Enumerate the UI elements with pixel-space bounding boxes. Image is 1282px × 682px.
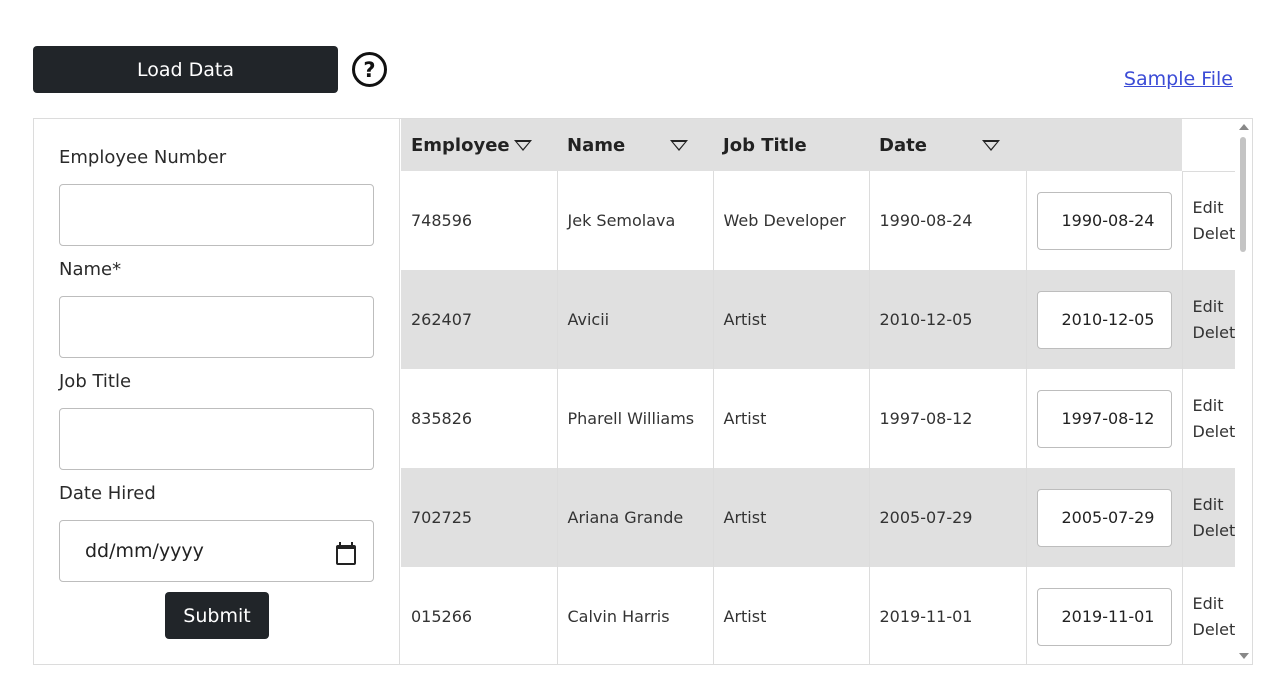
delete-link[interactable]: Delete [1193,419,1236,445]
table-row: 748596 Jek Semolava Web Developer 1990-0… [401,171,1235,270]
cell-date-input: 1990-08-24 [1026,171,1183,270]
header-job-title: Job Title [713,119,869,171]
sort-triangle-icon[interactable] [982,140,1000,151]
load-data-button[interactable]: Load Data [33,46,338,93]
cell-date: 2019-11-01 [869,567,1027,664]
cell-job-title: Web Developer [713,171,870,270]
table-header-row: Employee Name Job Title Date [401,119,1235,172]
edit-link[interactable]: Edit [1193,393,1236,419]
header-date[interactable]: Date [869,119,1026,171]
cell-job-title: Artist [713,567,870,664]
row-date-input[interactable]: 2005-07-29 [1036,488,1172,547]
header-employee[interactable]: Employee [401,119,557,171]
cell-date: 2005-07-29 [869,468,1027,567]
header-date-input [1026,119,1182,171]
cell-actions: EditDelete [1182,270,1235,369]
edit-link[interactable]: Edit [1193,294,1236,320]
delete-link[interactable]: Delete [1193,221,1236,247]
header-actions [1182,119,1235,172]
cell-employee: 702725 [401,468,558,567]
edit-link[interactable]: Edit [1193,492,1236,518]
row-date-input[interactable]: 2019-11-01 [1036,587,1172,646]
cell-date-input: 2010-12-05 [1026,270,1183,369]
row-date-input[interactable]: 1997-08-12 [1036,389,1172,448]
employee-number-label: Employee Number [59,147,227,168]
cell-date: 1990-08-24 [869,171,1027,270]
cell-name: Jek Semolava [557,171,714,270]
cell-name: Avicii [557,270,714,369]
submit-button[interactable]: Submit [165,592,269,639]
cell-name: Calvin Harris [557,567,714,664]
delete-link[interactable]: Delete [1193,617,1236,643]
help-symbol: ? [363,57,376,82]
cell-employee: 748596 [401,171,558,270]
cell-job-title: Artist [713,468,870,567]
employee-table-container: Employee Name Job Title Date 748596 Jek … [401,119,1235,664]
table-row: 015266 Calvin Harris Artist 2019-11-01 2… [401,567,1235,664]
calendar-icon[interactable] [335,542,356,565]
cell-actions: EditDelete [1182,567,1235,664]
cell-date-input: 1997-08-12 [1026,369,1183,468]
date-hired-label: Date Hired [59,483,156,504]
header-name[interactable]: Name [557,119,713,171]
delete-link[interactable]: Delete [1193,518,1236,544]
cell-date-input: 2005-07-29 [1026,468,1183,567]
scroll-thumb[interactable] [1240,137,1246,252]
row-date-input[interactable]: 2010-12-05 [1036,290,1172,349]
name-input[interactable] [59,296,374,358]
date-placeholder: dd/mm/yyyy [85,540,204,562]
employee-form: Employee Number Name* Job Title Date Hir… [34,119,400,664]
main-panel: Employee Number Name* Job Title Date Hir… [33,118,1253,665]
scroll-down-arrow-icon[interactable] [1239,653,1249,659]
cell-employee: 015266 [401,567,558,664]
edit-link[interactable]: Edit [1193,195,1236,221]
cell-employee: 835826 [401,369,558,468]
cell-date: 1997-08-12 [869,369,1027,468]
cell-date-input: 2019-11-01 [1026,567,1183,664]
cell-actions: EditDelete [1182,468,1235,567]
scroll-up-arrow-icon[interactable] [1239,124,1249,130]
delete-link[interactable]: Delete [1193,320,1236,346]
table-row: 262407 Avicii Artist 2010-12-05 2010-12-… [401,270,1235,369]
cell-date: 2010-12-05 [869,270,1027,369]
cell-actions: EditDelete [1182,369,1235,468]
cell-name: Pharell Williams [557,369,714,468]
employee-number-input[interactable] [59,184,374,246]
row-date-input[interactable]: 1990-08-24 [1036,191,1172,250]
sort-triangle-icon[interactable] [514,140,532,151]
help-icon[interactable]: ? [352,52,387,87]
edit-link[interactable]: Edit [1193,591,1236,617]
name-label: Name* [59,259,122,280]
job-title-label: Job Title [59,371,132,392]
sort-triangle-icon[interactable] [670,140,688,151]
cell-employee: 262407 [401,270,558,369]
cell-actions: EditDelete [1182,171,1235,270]
cell-name: Ariana Grande [557,468,714,567]
cell-job-title: Artist [713,369,870,468]
cell-job-title: Artist [713,270,870,369]
employee-table: Employee Name Job Title Date 748596 Jek … [401,119,1235,664]
job-title-input[interactable] [59,408,374,470]
table-scrollbar[interactable] [1235,119,1252,664]
table-row: 835826 Pharell Williams Artist 1997-08-1… [401,369,1235,468]
sample-file-link[interactable]: Sample File [1124,68,1233,90]
table-row: 702725 Ariana Grande Artist 2005-07-29 2… [401,468,1235,567]
date-hired-input[interactable]: dd/mm/yyyy [59,520,374,582]
